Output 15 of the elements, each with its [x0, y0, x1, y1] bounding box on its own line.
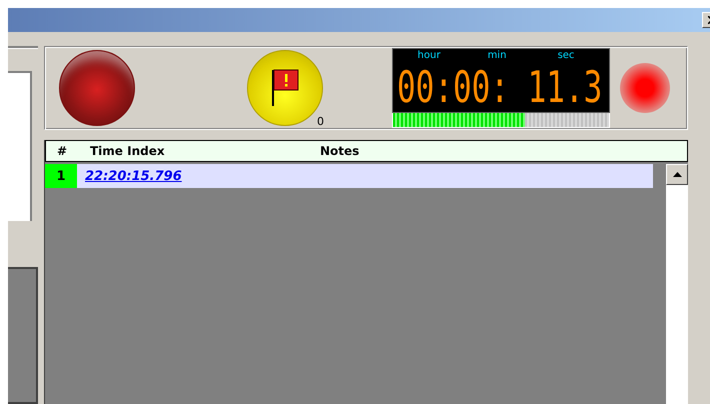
- table-row[interactable]: 1 22:20:15.796: [45, 164, 653, 188]
- scrollbar[interactable]: [666, 164, 688, 404]
- clock-unit-label: min: [486, 49, 508, 63]
- column-header: Notes: [320, 144, 360, 158]
- scroll-up-button[interactable]: [666, 164, 688, 185]
- clock-digits: 00:00: 11.3: [397, 66, 602, 110]
- flag-icon: [270, 68, 300, 108]
- clock-unit-label: sec: [556, 49, 576, 63]
- column-header: #: [56, 144, 68, 158]
- flag-count: 0: [317, 115, 324, 128]
- clock-unit-label: hour: [416, 49, 442, 63]
- up-arrow-icon: [672, 172, 682, 177]
- column-header: Time Index: [89, 144, 166, 158]
- row-number: 1: [45, 164, 77, 188]
- time-index-link[interactable]: 22:20:15.796: [85, 168, 182, 184]
